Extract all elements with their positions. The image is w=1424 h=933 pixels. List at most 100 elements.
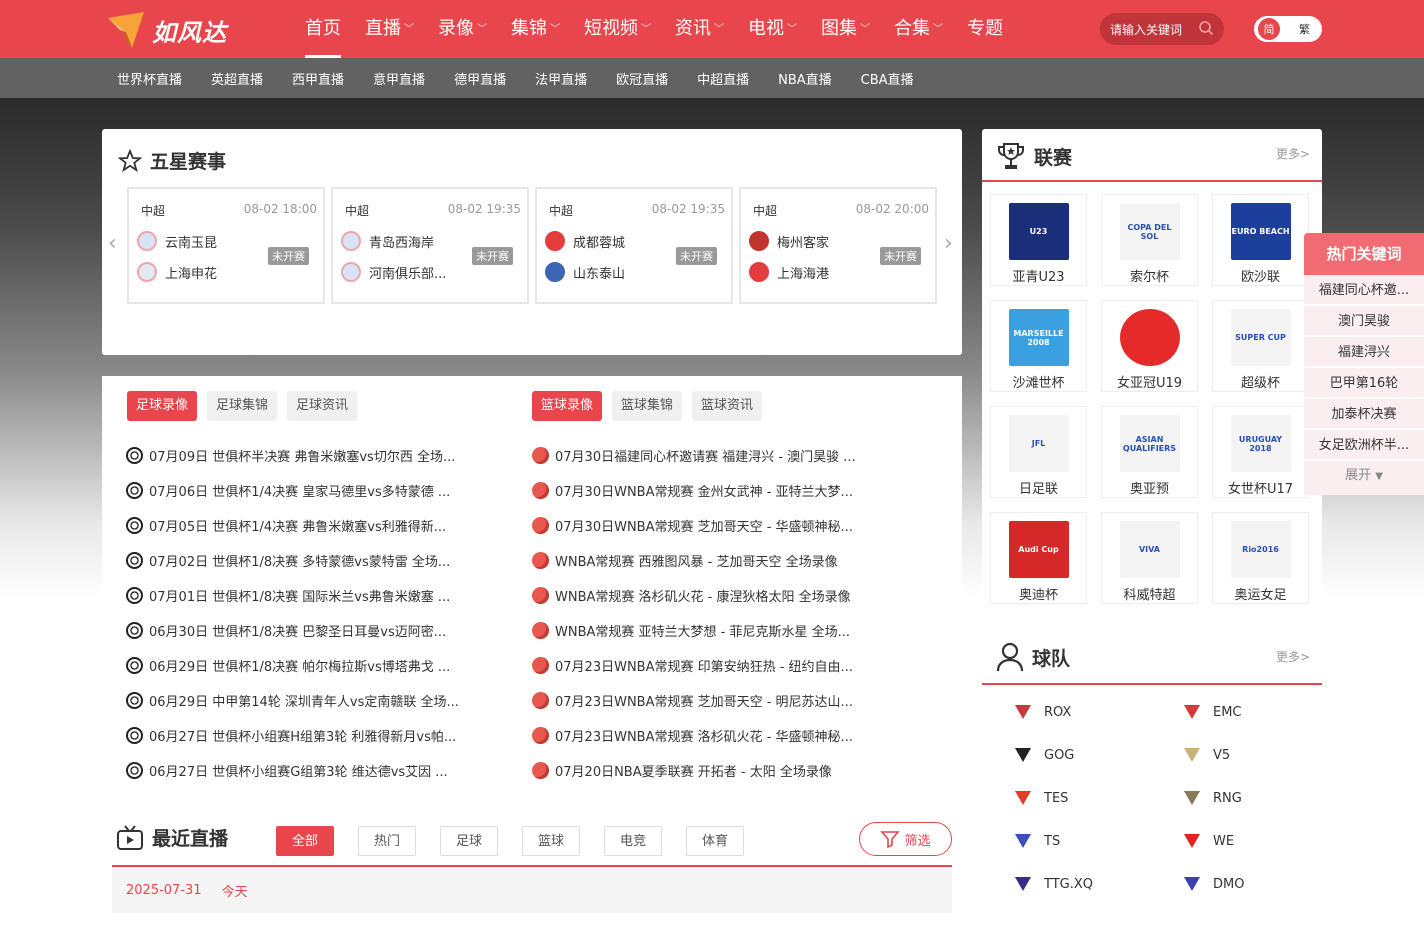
recent-tab-3[interactable]: 篮球 xyxy=(522,826,580,856)
search-box[interactable]: 请输入关键词 xyxy=(1100,13,1224,45)
leagues-more-link[interactable]: 更多> xyxy=(1276,145,1310,162)
teams-more-link[interactable]: 更多> xyxy=(1276,648,1310,665)
tab-0[interactable]: 篮球录像 xyxy=(532,391,603,421)
team-item[interactable]: V5 xyxy=(1181,745,1321,765)
nav-item-9[interactable]: 专题 xyxy=(967,0,1003,58)
language-toggle[interactable]: 简 繁 xyxy=(1254,16,1322,42)
recent-tab-4[interactable]: 电竞 xyxy=(604,826,662,856)
league-item[interactable]: SUPER CUP 超级杯 xyxy=(1212,300,1309,392)
hot-keyword[interactable]: 福建同心杯邀... xyxy=(1304,275,1424,306)
list-item[interactable]: 07月23日WNBA常规赛 芝加哥天空 - 明尼苏达山... xyxy=(532,683,877,718)
tab-0[interactable]: 足球录像 xyxy=(127,391,198,421)
list-item[interactable]: 07月09日 世俱杯半决赛 弗鲁米嫩塞vs切尔西 全场... xyxy=(126,438,486,473)
site-logo[interactable]: 如风达 xyxy=(106,10,227,50)
league-item[interactable]: EURO BEACH 欧沙联 xyxy=(1212,194,1309,286)
lang-traditional[interactable]: 繁 xyxy=(1299,21,1318,37)
match-card[interactable]: 中超 08-02 19:35 青岛西海岸 河南俱乐部... 未开赛 xyxy=(331,187,529,304)
match-card[interactable]: 中超 08-02 20:00 梅州客家 上海海港 未开赛 xyxy=(739,187,937,304)
chevron-down-icon: ﹀ xyxy=(550,24,560,35)
list-item[interactable]: 07月06日 世俱杯1/4决赛 皇家马德里vs多特蒙德 ... xyxy=(126,473,486,508)
nav-item-0[interactable]: 首页 xyxy=(305,0,341,58)
team-item[interactable]: DMO xyxy=(1181,874,1321,894)
subnav-item-3[interactable]: 意甲直播 xyxy=(373,69,425,88)
league-item[interactable]: JFL 日足联 xyxy=(990,406,1087,498)
league-item[interactable]: U23 亚青U23 xyxy=(990,194,1087,286)
list-item[interactable]: 06月30日 世俱杯1/8决赛 巴黎圣日耳曼vs迈阿密... xyxy=(126,613,486,648)
team-item[interactable]: RNG xyxy=(1181,788,1321,808)
league-item[interactable]: MARSEILLE 2008 沙滩世杯 xyxy=(990,300,1087,392)
tab-2[interactable]: 篮球资讯 xyxy=(692,391,763,421)
tab-2[interactable]: 足球资讯 xyxy=(287,391,358,421)
search-icon[interactable] xyxy=(1198,20,1214,36)
list-item[interactable]: 07月23日WNBA常规赛 洛杉矶火花 - 华盛顿神秘... xyxy=(532,718,877,753)
list-item[interactable]: 07月02日 世俱杯1/8决赛 多特蒙德vs蒙特雷 全场... xyxy=(126,543,486,578)
league-item[interactable]: Rio2016 奥运女足 xyxy=(1212,512,1309,604)
subnav-item-9[interactable]: CBA直播 xyxy=(861,69,914,88)
team-item[interactable]: TS xyxy=(1012,831,1181,851)
list-item[interactable]: 06月29日 世俱杯1/8决赛 帕尔梅拉斯vs博塔弗戈 ... xyxy=(126,648,486,683)
hot-keyword[interactable]: 女足欧洲杯半... xyxy=(1304,430,1424,461)
nav-item-3[interactable]: 集锦 ﹀ xyxy=(511,0,560,58)
nav-item-8[interactable]: 合集 ﹀ xyxy=(894,0,943,58)
subnav-item-5[interactable]: 法甲直播 xyxy=(535,69,587,88)
hot-keyword[interactable]: 福建浔兴 xyxy=(1304,337,1424,368)
recent-tab-0[interactable]: 全部 xyxy=(276,826,334,856)
list-item[interactable]: 06月29日 中甲第14轮 深圳青年人vs定南赣联 全场... xyxy=(126,683,486,718)
team-item[interactable]: EMC xyxy=(1181,702,1321,722)
list-item[interactable]: 07月20日NBA夏季联赛 开拓者 - 太阳 全场录像 xyxy=(532,753,877,788)
hot-keyword[interactable]: 巴甲第16轮 xyxy=(1304,368,1424,399)
subnav-item-6[interactable]: 欧冠直播 xyxy=(616,69,668,88)
list-item[interactable]: 07月30日WNBA常规赛 金州女武神 - 亚特兰大梦... xyxy=(532,473,877,508)
league-item[interactable]: URUGUAY 2018 女世杯U17 xyxy=(1212,406,1309,498)
team-item[interactable]: GOG xyxy=(1012,745,1181,765)
team-item[interactable]: TES xyxy=(1012,788,1181,808)
list-item[interactable]: 07月05日 世俱杯1/4决赛 弗鲁米嫩塞vs利雅得新... xyxy=(126,508,486,543)
nav-item-1[interactable]: 直播 ﹀ xyxy=(365,0,414,58)
subnav-item-8[interactable]: NBA直播 xyxy=(778,69,832,88)
subnav-item-7[interactable]: 中超直播 xyxy=(697,69,749,88)
team-item[interactable]: ROX xyxy=(1012,702,1181,722)
tab-1[interactable]: 篮球集锦 xyxy=(612,391,683,421)
hot-keyword[interactable]: 澳门昊骏 xyxy=(1304,306,1424,337)
expand-button[interactable]: 展开 ▼ xyxy=(1304,461,1424,491)
list-item[interactable]: WNBA常规赛 亚特兰大梦想 - 菲尼克斯水星 全场... xyxy=(532,613,877,648)
nav-item-7[interactable]: 图集 ﹀ xyxy=(821,0,870,58)
league-item[interactable]: ASIAN QUALIFIERS 奥亚预 xyxy=(1101,406,1198,498)
nav-item-6[interactable]: 电视 ﹀ xyxy=(748,0,797,58)
list-item[interactable]: 07月23日WNBA常规赛 印第安纳狂热 - 纽约自由... xyxy=(532,648,877,683)
list-item[interactable]: 07月30日福建同心杯邀请赛 福建浔兴 - 澳门昊骏 ... xyxy=(532,438,877,473)
recent-tab-1[interactable]: 热门 xyxy=(358,826,416,856)
list-item[interactable]: WNBA常规赛 西雅图风暴 - 芝加哥天空 全场录像 xyxy=(532,543,877,578)
tab-1[interactable]: 足球集锦 xyxy=(207,391,278,421)
logo-text: 如风达 xyxy=(152,18,227,47)
league-item[interactable]: Audi Cup 奥迪杯 xyxy=(990,512,1087,604)
subnav-item-0[interactable]: 世界杯直播 xyxy=(117,69,182,88)
list-item[interactable]: 07月30日WNBA常规赛 芝加哥天空 - 华盛顿神秘... xyxy=(532,508,877,543)
list-item[interactable]: 07月01日 世俱杯1/8决赛 国际米兰vs弗鲁米嫩塞 ... xyxy=(126,578,486,613)
subnav-item-2[interactable]: 西甲直播 xyxy=(292,69,344,88)
filter-button[interactable]: 筛选 xyxy=(859,822,952,856)
team-item-name: TES xyxy=(1044,790,1069,806)
league-item[interactable]: VIVA 科威特超 xyxy=(1101,512,1198,604)
lang-simplified[interactable]: 简 xyxy=(1258,18,1280,40)
recent-tab-2[interactable]: 足球 xyxy=(440,826,498,856)
next-arrow-icon[interactable]: › xyxy=(944,231,953,256)
team-item[interactable]: TTG.XQ xyxy=(1012,874,1181,894)
subnav-item-1[interactable]: 英超直播 xyxy=(211,69,263,88)
hot-keyword[interactable]: 加泰杯决赛 xyxy=(1304,399,1424,430)
team-item[interactable]: WE xyxy=(1181,831,1321,851)
search-input[interactable]: 请输入关键词 xyxy=(1110,21,1182,38)
list-item[interactable]: 06月27日 世俱杯小组赛H组第3轮 利雅得新月vs帕... xyxy=(126,718,486,753)
match-card[interactable]: 中超 08-02 18:00 云南玉昆 上海申花 未开赛 xyxy=(127,187,325,304)
subnav-item-4[interactable]: 德甲直播 xyxy=(454,69,506,88)
match-card[interactable]: 中超 08-02 19:35 成都蓉城 山东泰山 未开赛 xyxy=(535,187,733,304)
nav-item-5[interactable]: 资讯 ﹀ xyxy=(675,0,724,58)
list-item[interactable]: WNBA常规赛 洛杉矶火花 - 康涅狄格太阳 全场录像 xyxy=(532,578,877,613)
league-item[interactable]: COPA DEL SOL 索尔杯 xyxy=(1101,194,1198,286)
nav-item-4[interactable]: 短视频 ﹀ xyxy=(584,0,651,58)
list-item[interactable]: 06月27日 世俱杯小组赛G组第3轮 维达德vs艾因 ... xyxy=(126,753,486,788)
prev-arrow-icon[interactable]: ‹ xyxy=(108,231,117,256)
recent-tab-5[interactable]: 体育 xyxy=(686,826,744,856)
league-item[interactable]: 女亚冠U19 xyxy=(1101,300,1198,392)
nav-item-2[interactable]: 录像 ﹀ xyxy=(438,0,487,58)
